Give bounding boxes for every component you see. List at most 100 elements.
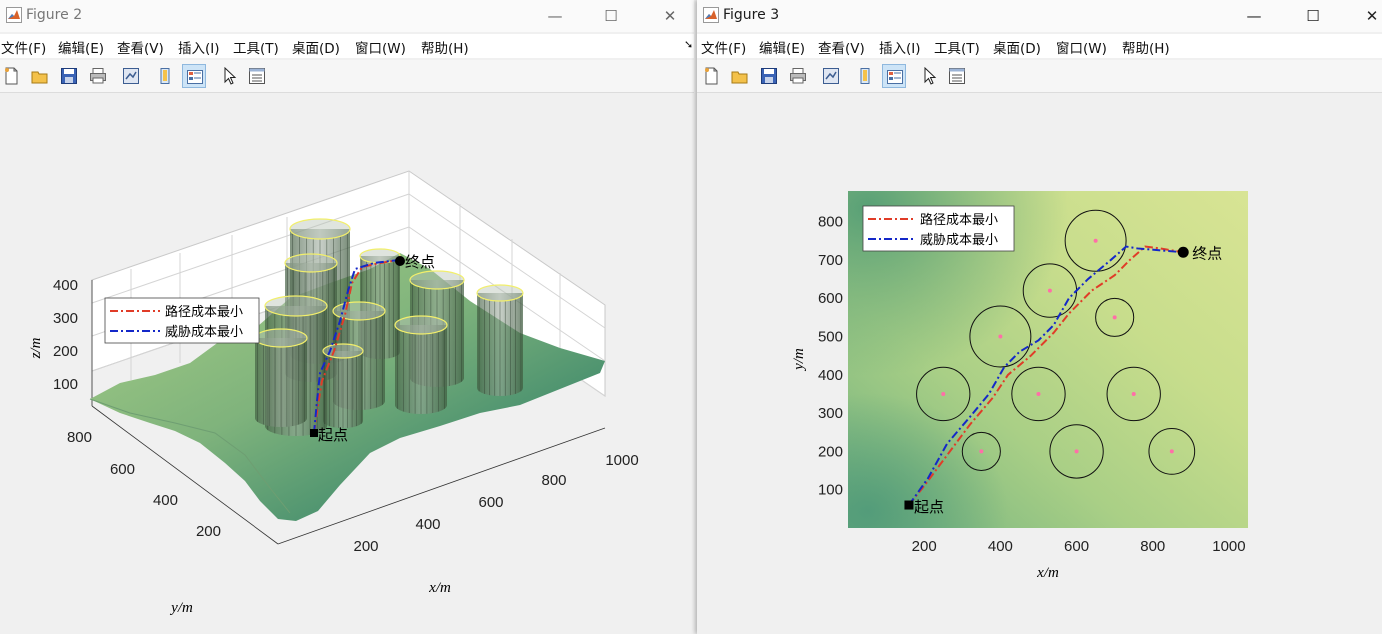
title-bar[interactable]: Figure 3 — ☐ ✕	[697, 0, 1382, 32]
y-tick-label: 500	[818, 329, 843, 346]
save-button[interactable]	[757, 64, 781, 88]
figure-toolbar	[697, 60, 1382, 93]
legend[interactable]: 路径成本最小 威胁成本最小	[104, 297, 260, 344]
hide-plot-tools-button[interactable]	[853, 64, 877, 88]
threat-center-point	[1047, 288, 1052, 293]
y-tick-label: 400	[153, 492, 178, 509]
start-marker	[904, 500, 914, 510]
link-plot-button[interactable]	[819, 64, 843, 88]
menu-file[interactable]: 文件(F)	[1, 37, 46, 57]
open-file-icon	[31, 71, 48, 84]
close-button[interactable]: ✕	[655, 3, 685, 29]
link-plot-icon	[823, 68, 839, 84]
menu-window[interactable]: 窗口(W)	[1056, 37, 1107, 57]
menu-window[interactable]: 窗口(W)	[355, 37, 406, 57]
y-tick-labels: 100 200 300 400 500 600 700 800	[818, 214, 843, 499]
menu-insert[interactable]: 插入(I)	[178, 37, 220, 57]
edit-plot-pointer-button[interactable]	[217, 64, 241, 88]
y-axis-label: y/m	[791, 348, 807, 372]
menu-help[interactable]: 帮助(H)	[1122, 37, 1170, 57]
show-plot-tools-button[interactable]	[182, 64, 206, 88]
minimize-button[interactable]: —	[1239, 3, 1269, 29]
x-tick-label: 600	[478, 494, 503, 511]
menu-desktop[interactable]: 桌面(D)	[993, 37, 1041, 57]
open-file-button[interactable]	[728, 64, 752, 88]
title-bar[interactable]: Figure 2 — ☐ ✕	[0, 0, 694, 32]
window-title: Figure 2	[26, 7, 83, 23]
print-icon	[90, 68, 106, 84]
start-label: 起点	[318, 427, 348, 444]
x-tick-label: 800	[1140, 538, 1165, 555]
threat-center-point	[998, 334, 1003, 339]
menu-help[interactable]: 帮助(H)	[421, 37, 469, 57]
open-file-button[interactable]	[28, 64, 52, 88]
maximize-button[interactable]: ☐	[1298, 3, 1328, 29]
end-label: 终点	[405, 254, 435, 271]
new-figure-button[interactable]	[0, 64, 24, 88]
link-plot-icon	[123, 68, 139, 84]
y-tick-label: 200	[818, 443, 843, 460]
start-marker	[310, 429, 318, 437]
menu-view[interactable]: 查看(V)	[117, 37, 164, 57]
menu-bar: 文件(F) 编辑(E) 查看(V) 插入(I) 工具(T) 桌面(D) 窗口(W…	[697, 34, 1382, 58]
close-button[interactable]: ✕	[1357, 3, 1382, 29]
x-tick-label: 200	[353, 538, 378, 555]
threat-map-2d: 起点 终点 200 400 600 800 1000 100 200 300 400 500 60…	[791, 191, 1248, 581]
threat-cylinder	[322, 343, 364, 428]
menu-desktop[interactable]: 桌面(D)	[292, 37, 340, 57]
print-icon	[790, 68, 806, 84]
show-plot-tools-button[interactable]	[882, 64, 906, 88]
new-figure-icon	[705, 67, 718, 85]
show-plot-tools-icon	[887, 70, 903, 84]
x-tick-label: 400	[415, 516, 440, 533]
figure-3-window: Figure 3 — ☐ ✕ 文件(F) 编辑(E) 查看(V) 插入(I) 工…	[697, 0, 1382, 634]
property-inspector-button[interactable]	[245, 64, 269, 88]
maximize-button[interactable]: ☐	[596, 3, 626, 29]
new-figure-button[interactable]	[700, 64, 724, 88]
menu-insert[interactable]: 插入(I)	[879, 37, 921, 57]
matlab-icon	[6, 7, 22, 27]
new-figure-icon	[5, 67, 18, 85]
figure-toolbar	[0, 60, 694, 93]
edit-plot-pointer-button[interactable]	[917, 64, 941, 88]
minimize-button[interactable]: —	[540, 3, 570, 29]
plot-area: 起点 终点 200 400 600 800 1000 100 200 300 400 500 60…	[791, 191, 1248, 581]
threat-cylinder	[254, 328, 308, 427]
save-button[interactable]	[57, 64, 81, 88]
x-tick-label: 800	[541, 472, 566, 489]
edit-plot-pointer-icon	[924, 67, 937, 85]
dock-arrow-icon[interactable]: ➘	[684, 38, 693, 51]
menu-edit[interactable]: 编辑(E)	[759, 37, 805, 57]
z-tick-label: 400	[53, 277, 78, 294]
save-icon	[61, 68, 77, 84]
print-button[interactable]	[86, 64, 110, 88]
property-inspector-icon	[949, 68, 965, 84]
legend[interactable]: 路径成本最小 威胁成本最小	[862, 205, 1015, 252]
x-tick-label: 1000	[605, 452, 638, 469]
y-tick-label: 400	[818, 367, 843, 384]
link-plot-button[interactable]	[119, 64, 143, 88]
print-button[interactable]	[786, 64, 810, 88]
y-tick-label: 800	[818, 214, 843, 231]
y-tick-label: 300	[818, 405, 843, 422]
threat-center-point	[1131, 391, 1136, 396]
threat-center-point	[1169, 449, 1174, 454]
menu-view[interactable]: 查看(V)	[818, 37, 865, 57]
threat-center-point	[1036, 391, 1041, 396]
menu-edit[interactable]: 编辑(E)	[58, 37, 104, 57]
menu-tools[interactable]: 工具(T)	[934, 37, 980, 57]
hide-plot-tools-button[interactable]	[153, 64, 177, 88]
z-tick-labels: 400 300 200 100	[53, 277, 78, 393]
show-plot-tools-icon	[187, 70, 203, 84]
hide-plot-tools-icon	[160, 68, 170, 84]
menu-file[interactable]: 文件(F)	[701, 37, 746, 57]
x-tick-label: 600	[1064, 538, 1089, 555]
x-tick-label: 1000	[1212, 538, 1245, 555]
legend-item-path-cost: 路径成本最小	[920, 212, 998, 227]
z-axis-label: z/m	[28, 337, 44, 359]
figure-2-window: Figure 2 — ☐ ✕ 文件(F) 编辑(E) 查看(V) 插入(I) 工…	[0, 0, 694, 634]
menu-tools[interactable]: 工具(T)	[233, 37, 279, 57]
end-label: 终点	[1192, 245, 1222, 262]
y-axis-label: y/m	[169, 600, 193, 616]
property-inspector-button[interactable]	[945, 64, 969, 88]
